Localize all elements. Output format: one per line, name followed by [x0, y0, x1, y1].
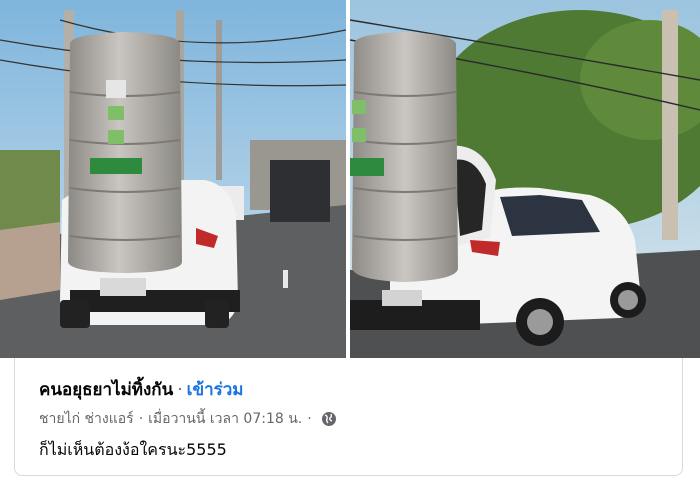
separator-dot: · — [138, 411, 144, 427]
author-name-link[interactable]: ชายไก่ ช่างแอร์ — [39, 408, 134, 430]
post-timestamp-link[interactable]: เมื่อวานนี้ เวลา 07:18 น. — [148, 408, 302, 430]
post-photo-right[interactable] — [350, 0, 700, 358]
post-info-card: คนอยุธยาไม่ทิ้งกัน · เข้าร่วม ชายไก่ ช่างแ… — [14, 358, 683, 476]
separator-dot: · — [177, 380, 183, 400]
group-name-link[interactable]: คนอยุธยาไม่ทิ้งกัน — [39, 380, 173, 400]
post-header: คนอยุธยาไม่ทิ้งกัน · เข้าร่วม — [39, 376, 244, 403]
post-caption: ก็ไม่เห็นต้องง้อใครนะ5555 — [39, 440, 227, 459]
post-photos — [0, 0, 700, 358]
post-meta: ชายไก่ ช่างแอร์ · เมื่อวานนี้ เวลา 07:18… — [39, 408, 337, 430]
separator-dot: · — [307, 411, 312, 427]
post-photo-left[interactable] — [0, 0, 346, 358]
globe-icon[interactable] — [321, 411, 337, 427]
join-group-link[interactable]: เข้าร่วม — [187, 380, 244, 400]
